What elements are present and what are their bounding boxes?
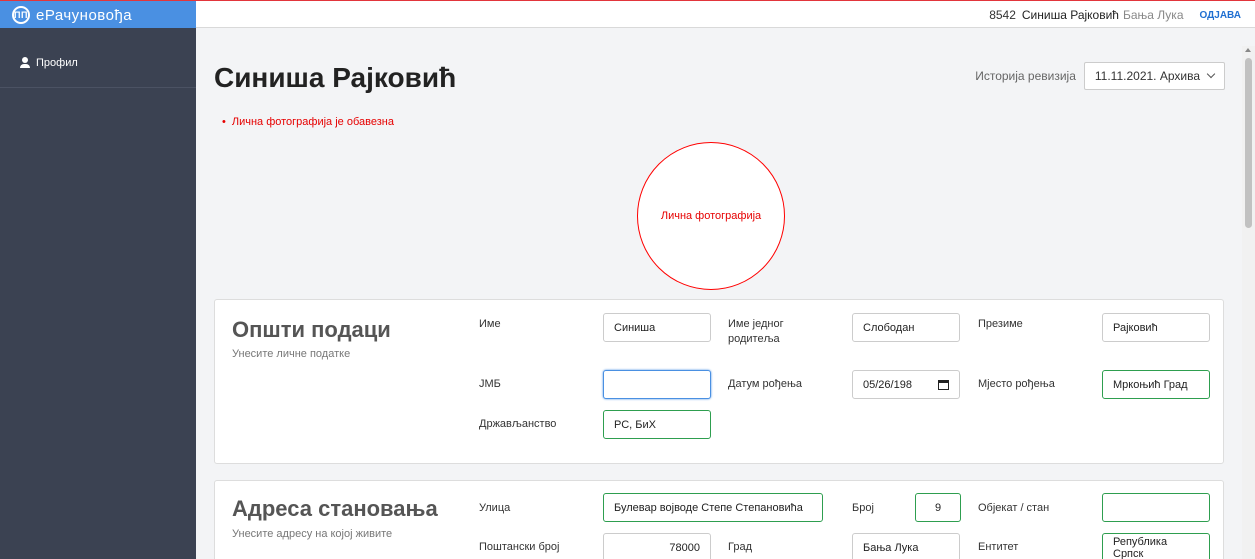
sidebar-item-profile[interactable]: Профил bbox=[0, 38, 196, 88]
revision-select[interactable]: 11.11.2021. Архива bbox=[1083, 62, 1225, 90]
scroll-thumb[interactable] bbox=[1245, 58, 1252, 228]
photo-label: Лична фотографија bbox=[660, 210, 762, 222]
jmb-label: ЈМБ bbox=[479, 378, 501, 390]
brand[interactable]: ПП еРачуновођа bbox=[0, 1, 196, 29]
parent-name-input[interactable]: Слободан bbox=[852, 313, 960, 342]
apartment-label: Објекат / стан bbox=[978, 502, 1050, 514]
birth-place-label: Мјесто рођења bbox=[978, 378, 1055, 390]
revision-history: Историја ревизија 11.11.2021. Архива bbox=[975, 62, 1225, 90]
postal-code-input[interactable]: 78000 bbox=[603, 533, 711, 559]
photo-upload[interactable]: Лична фотографија bbox=[637, 142, 785, 290]
city-input[interactable]: Бања Лука bbox=[852, 533, 960, 559]
user-city: Бања Лука bbox=[1122, 8, 1184, 22]
revision-label: Историја ревизија bbox=[975, 69, 1076, 83]
person-icon bbox=[20, 57, 30, 68]
logout-link[interactable]: ОДЈАВА bbox=[1200, 10, 1242, 21]
user-name: Синиша Рајковић bbox=[1021, 8, 1119, 22]
revision-value: 11.11.2021. Архива bbox=[1094, 69, 1200, 83]
sidebar: Профил bbox=[0, 28, 196, 559]
birth-place-input[interactable]: Мркоњић Град bbox=[1102, 370, 1210, 399]
sidebar-item-label: Профил bbox=[36, 56, 78, 69]
postal-code-label: Поштански број bbox=[479, 541, 560, 553]
logo-icon: ПП bbox=[12, 6, 30, 24]
entity-input[interactable]: Република Српск bbox=[1102, 533, 1210, 559]
error-message: Лична фотографија је обавезна bbox=[222, 116, 394, 128]
apartment-input[interactable] bbox=[1102, 493, 1210, 522]
scrollbar[interactable] bbox=[1242, 46, 1255, 559]
card-subtitle: Унесите личне податке bbox=[232, 348, 351, 360]
number-input[interactable]: 9 bbox=[915, 493, 961, 522]
city-label: Град bbox=[728, 541, 752, 553]
birth-date-input[interactable]: 05/26/198 bbox=[852, 370, 960, 399]
street-input[interactable]: Булевар војводе Степе Степановића bbox=[603, 493, 823, 522]
first-name-input[interactable]: Синиша bbox=[603, 313, 711, 342]
citizenship-label: Држављанство bbox=[479, 418, 557, 430]
birth-date-label: Датум рођења bbox=[728, 378, 803, 390]
jmb-input[interactable] bbox=[603, 370, 711, 399]
general-data-card: Општи подаци Унесите личне податке Име С… bbox=[214, 299, 1224, 464]
number-label: Број bbox=[852, 502, 874, 514]
user-info: 8542 Синиша Рајковић Бања Лука ОДЈАВА bbox=[989, 1, 1241, 29]
scroll-up-arrow-icon[interactable] bbox=[1245, 48, 1251, 52]
calendar-icon[interactable] bbox=[938, 379, 949, 390]
top-bar: ПП еРачуновођа 8542 Синиша Рајковић Бања… bbox=[0, 0, 1255, 29]
citizenship-input[interactable]: РС, БиХ bbox=[603, 410, 711, 439]
last-name-label: Презиме bbox=[978, 318, 1023, 330]
street-label: Улица bbox=[479, 502, 511, 514]
chevron-down-icon bbox=[1206, 69, 1216, 79]
parent-name-label: Име једног родитеља bbox=[728, 318, 784, 345]
brand-name: еРачуновођа bbox=[36, 6, 133, 24]
address-card: Адреса становања Унесите адресу на којој… bbox=[214, 480, 1224, 559]
birth-date-value: 05/26/198 bbox=[863, 378, 912, 391]
card-title: Адреса становања bbox=[232, 496, 438, 521]
page-title: Синиша Рајковић bbox=[214, 62, 457, 93]
user-id: 8542 bbox=[989, 8, 1016, 22]
card-title: Општи подаци bbox=[232, 317, 391, 342]
entity-label: Ентитет bbox=[978, 541, 1019, 553]
last-name-input[interactable]: Рајковић bbox=[1102, 313, 1210, 342]
first-name-label: Име bbox=[479, 318, 501, 330]
card-subtitle: Унесите адресу на којој живите bbox=[232, 528, 393, 540]
